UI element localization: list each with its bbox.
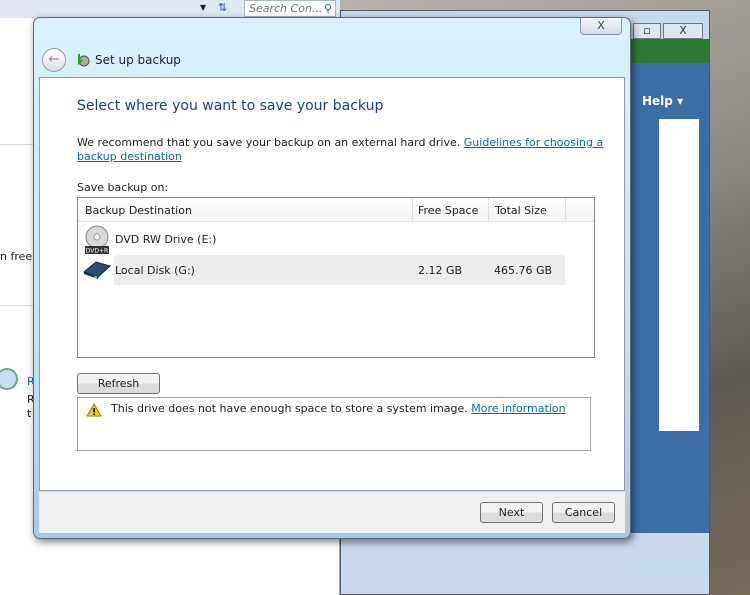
page-heading: Select where you want to save your backu… [77, 98, 384, 114]
total-size-value: 465.76 GB [494, 264, 553, 277]
save-on-label: Save backup on: [77, 181, 169, 194]
close-button[interactable]: X [580, 18, 622, 35]
backup-icon [78, 54, 90, 67]
list-header: Backup Destination Free Space Total Size [78, 198, 594, 222]
destination-name: Local Disk (G:) [115, 264, 195, 277]
dropdown-arrow-icon[interactable]: ▼ [200, 3, 206, 12]
more-information-link[interactable]: More information [471, 402, 565, 415]
dvd-drive-icon: DVD+R [85, 225, 109, 255]
hard-disk-icon [83, 261, 111, 279]
left-text: t [27, 407, 32, 420]
column-divider [565, 198, 566, 222]
content-panel [659, 119, 699, 431]
back-button[interactable]: ← [42, 48, 66, 72]
help-label: Help [642, 94, 673, 108]
next-button[interactable]: Next [480, 502, 543, 523]
search-placeholder: Search Con... [249, 2, 323, 15]
recommendation-text: We recommend that you save your backup o… [77, 136, 607, 164]
warning-box: This drive does not have enough space to… [77, 397, 591, 451]
search-icon[interactable]: ⚲ [324, 1, 332, 16]
warning-text: This drive does not have enough space to… [111, 402, 468, 415]
dialog-title: Set up backup [95, 53, 181, 67]
backup-clock-icon [0, 368, 18, 390]
free-space-value: 2.12 GB [418, 264, 463, 277]
refresh-icon[interactable]: ⇅ [218, 1, 227, 14]
column-header-destination[interactable]: Backup Destination [85, 204, 192, 217]
search-input[interactable]: Search Con... ⚲ [244, 0, 336, 17]
column-header-total-size[interactable]: Total Size [495, 204, 547, 217]
cancel-button[interactable]: Cancel [552, 502, 615, 523]
column-divider [488, 198, 489, 222]
list-item-selected[interactable]: Local Disk (G:) 2.12 GB 465.76 GB [78, 255, 565, 285]
dialog-footer: Next Cancel [39, 491, 625, 533]
refresh-button[interactable]: Refresh [77, 373, 160, 394]
maximize-button[interactable]: ▫ [633, 23, 661, 39]
column-header-free-space[interactable]: Free Space [418, 204, 478, 217]
list-item[interactable]: DVD+R DVD RW Drive (E:) [78, 224, 565, 255]
column-divider [412, 198, 413, 222]
destination-list[interactable]: Backup Destination Free Space Total Size… [77, 197, 595, 358]
svg-text:DVD+R: DVD+R [86, 248, 108, 255]
setup-backup-dialog: X ← Set up backup Select where you want … [33, 17, 631, 539]
warning-icon [86, 403, 102, 417]
warning-message: This drive does not have enough space to… [111, 402, 566, 415]
destination-name: DVD RW Drive (E:) [115, 233, 217, 246]
close-button[interactable]: X [663, 23, 703, 39]
dialog-content: Select where you want to save your backu… [39, 77, 625, 491]
recommendation-label: We recommend that you save your backup o… [77, 136, 461, 149]
help-menu[interactable]: Help ▾ [642, 94, 683, 108]
